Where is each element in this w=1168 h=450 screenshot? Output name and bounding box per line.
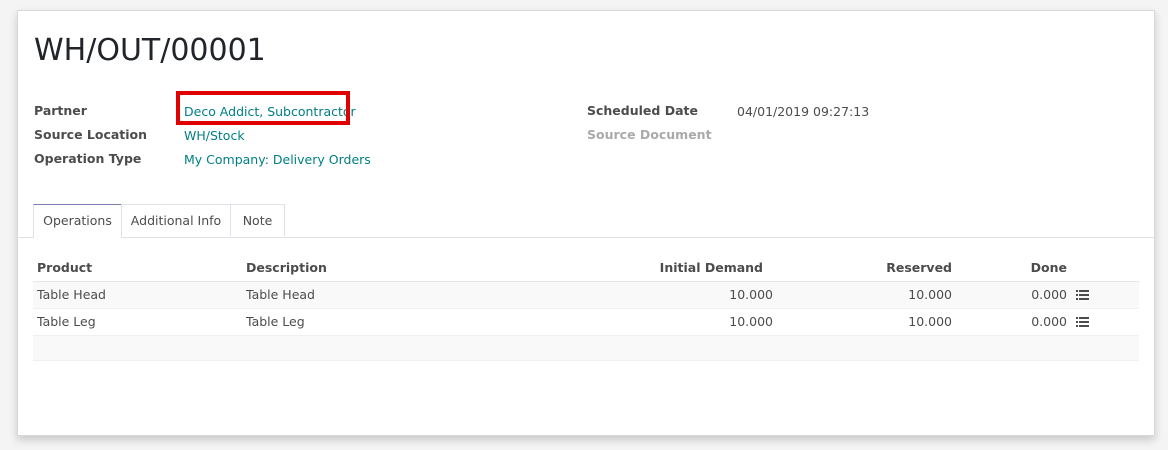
header-reserved[interactable]: Reserved bbox=[886, 260, 952, 275]
cell-done: 0.000 bbox=[1031, 287, 1067, 302]
tab-additional-info[interactable]: Additional Info bbox=[121, 204, 231, 236]
table-row[interactable]: Table Head Table Head 10.000 10.000 0.00… bbox=[33, 282, 1139, 309]
partner-highlight-box bbox=[176, 91, 350, 125]
cell-product: Table Head bbox=[37, 287, 106, 302]
record-title: WH/OUT/00001 bbox=[34, 33, 266, 68]
table-row[interactable]: Table Leg Table Leg 10.000 10.000 0.000 bbox=[33, 309, 1139, 336]
source-document-label: Source Document bbox=[587, 127, 712, 142]
cell-description: Table Head bbox=[246, 287, 315, 302]
form-sheet: WH/OUT/00001 Partner Deco Addict, Subcon… bbox=[17, 10, 1155, 436]
source-location-label: Source Location bbox=[34, 127, 148, 142]
table-header: Product Description Initial Demand Reser… bbox=[33, 255, 1139, 282]
cell-initial-demand: 10.000 bbox=[729, 314, 773, 329]
header-product[interactable]: Product bbox=[37, 260, 92, 275]
cell-done: 0.000 bbox=[1031, 314, 1067, 329]
cell-reserved: 10.000 bbox=[908, 287, 952, 302]
header-done[interactable]: Done bbox=[1031, 260, 1067, 275]
scheduled-date-label: Scheduled Date bbox=[587, 103, 698, 118]
tab-note[interactable]: Note bbox=[230, 204, 285, 236]
operations-table: Product Description Initial Demand Reser… bbox=[33, 255, 1139, 361]
tab-operations[interactable]: Operations bbox=[33, 204, 122, 238]
header-description[interactable]: Description bbox=[246, 260, 327, 275]
list-icon[interactable] bbox=[1076, 317, 1089, 327]
cell-product: Table Leg bbox=[37, 314, 96, 329]
header-initial-demand[interactable]: Initial Demand bbox=[660, 260, 763, 275]
list-icon[interactable] bbox=[1076, 290, 1089, 300]
cell-description: Table Leg bbox=[246, 314, 305, 329]
scheduled-date-value[interactable]: 04/01/2019 09:27:13 bbox=[737, 104, 869, 119]
partner-label: Partner bbox=[34, 103, 87, 118]
cell-reserved: 10.000 bbox=[908, 314, 952, 329]
table-empty-row bbox=[33, 336, 1139, 361]
cell-initial-demand: 10.000 bbox=[729, 287, 773, 302]
notebook-tabs: Operations Additional Info Note bbox=[18, 204, 1154, 238]
operation-type-link[interactable]: My Company: Delivery Orders bbox=[184, 152, 371, 167]
operation-type-label: Operation Type bbox=[34, 151, 142, 166]
source-location-link[interactable]: WH/Stock bbox=[184, 128, 245, 143]
